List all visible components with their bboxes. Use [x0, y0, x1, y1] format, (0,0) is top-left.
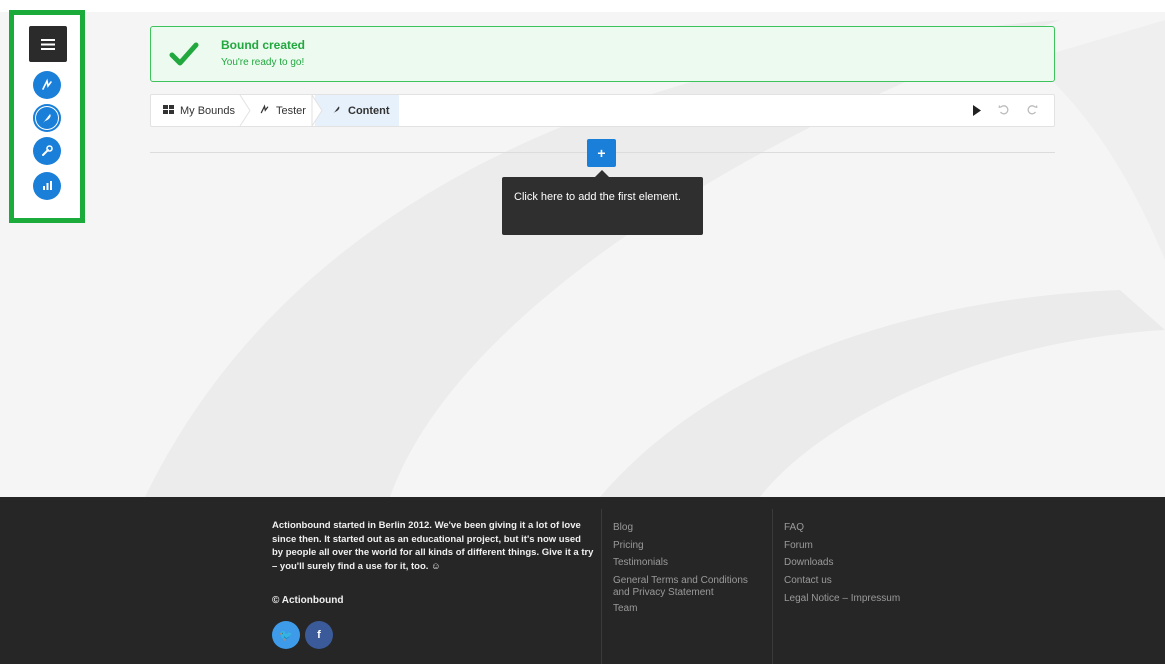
- footer-link-pricing[interactable]: Pricing: [613, 537, 763, 555]
- breadcrumb-label: Tester: [276, 104, 306, 117]
- footer-divider: [601, 509, 602, 664]
- banner-subtitle: You're ready to go!: [221, 57, 305, 68]
- top-band: [0, 0, 1165, 12]
- grid-icon: [163, 104, 174, 117]
- footer-copyright: © Actionbound: [272, 595, 344, 606]
- hamburger-icon[interactable]: [29, 26, 67, 62]
- footer-link-legal[interactable]: Legal Notice – Impressum: [784, 590, 900, 608]
- checkmark-icon: [169, 41, 199, 72]
- signature-icon: [259, 103, 270, 118]
- breadcrumb-tester[interactable]: Tester: [259, 95, 306, 126]
- breadcrumb-label: Content: [348, 104, 390, 117]
- footer-about-text: Actionbound started in Berlin 2012. We'v…: [272, 520, 594, 572]
- footer-link-downloads[interactable]: Downloads: [784, 554, 900, 572]
- breadcrumb-separator: [239, 95, 251, 126]
- wrench-icon[interactable]: [33, 137, 61, 165]
- footer-links-col2: FAQ Forum Downloads Contact us Legal Not…: [784, 519, 900, 608]
- facebook-icon[interactable]: f: [305, 621, 333, 649]
- redo-icon[interactable]: [1026, 103, 1038, 121]
- tool-panel: [9, 10, 85, 223]
- footer-link-team[interactable]: Team: [613, 600, 763, 618]
- breadcrumb-actions: [972, 103, 1038, 121]
- footer-link-faq[interactable]: FAQ: [784, 519, 900, 537]
- banner-title: Bound created: [221, 38, 306, 52]
- breadcrumb-separator: [311, 95, 323, 126]
- success-banner: Bound created You're ready to go!: [150, 26, 1055, 82]
- breadcrumb-my-bounds[interactable]: My Bounds: [163, 95, 235, 126]
- breadcrumb-content[interactable]: Content: [315, 95, 399, 126]
- footer-link-contact[interactable]: Contact us: [784, 572, 900, 590]
- footer-divider: [772, 509, 773, 664]
- bar-chart-icon[interactable]: [33, 172, 61, 200]
- breadcrumb-label: My Bounds: [180, 104, 236, 117]
- play-icon[interactable]: [972, 103, 982, 121]
- breadcrumb: My Bounds Tester Content: [150, 94, 1055, 127]
- add-element-tooltip: Click here to add the first element.: [502, 177, 703, 235]
- quill-icon: [331, 104, 342, 118]
- footer-link-testimonials[interactable]: Testimonials: [613, 554, 763, 572]
- footer-link-forum[interactable]: Forum: [784, 537, 900, 555]
- footer-links-col1: Blog Pricing Testimonials General Terms …: [613, 519, 763, 618]
- undo-icon[interactable]: [998, 103, 1010, 121]
- twitter-icon[interactable]: 🐦: [272, 621, 300, 649]
- quill-icon[interactable]: [33, 104, 61, 132]
- footer-link-blog[interactable]: Blog: [613, 519, 763, 537]
- footer: Actionbound started in Berlin 2012. We'v…: [0, 497, 1165, 664]
- add-element-button[interactable]: +: [587, 139, 616, 167]
- signature-icon[interactable]: [33, 71, 61, 99]
- footer-link-terms[interactable]: General Terms and Conditions and Privacy…: [613, 572, 763, 600]
